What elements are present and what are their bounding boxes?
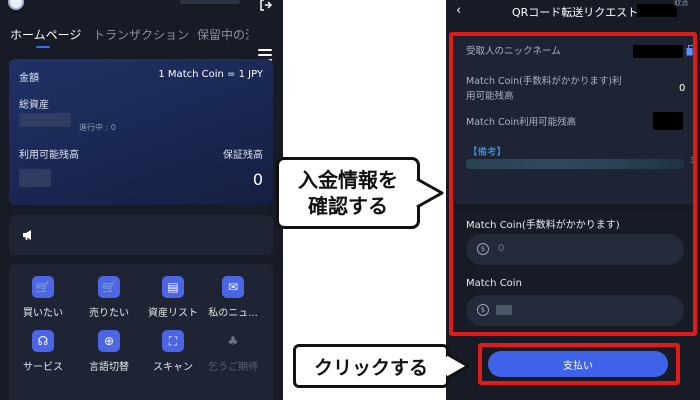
cancel-link[interactable]: 取消 xyxy=(674,0,688,8)
globe-icon: ⊕ xyxy=(98,330,120,352)
quick-action-label: 私のニュ... xyxy=(208,308,258,319)
tab-home[interactable]: ホームページ xyxy=(10,26,81,43)
quick-actions: 🛒 買いたい 🛒 売りたい ▤ 資産リスト ✉ 私のニュ... ☊ サービス ⊕ xyxy=(9,264,273,400)
page-title: QRコード転送リクエスト xyxy=(512,6,639,19)
total-assets-label: 総資産 xyxy=(19,100,49,111)
quick-action-label: 資産リスト xyxy=(148,308,198,319)
amount-label: 金額 xyxy=(19,73,39,84)
cart-icon: 🛒 xyxy=(32,276,54,298)
guarantee-balance-value: 0 xyxy=(252,170,263,189)
total-assets-value-redacted xyxy=(19,113,71,127)
quick-action-label: 買いたい xyxy=(23,308,63,319)
confirm-callout-line2: 確認する xyxy=(308,194,388,218)
quick-action-scan[interactable]: ⛶ スキャン xyxy=(143,330,203,376)
tab-pending-orders[interactable]: 保留中の注 xyxy=(197,26,249,43)
quick-action-buy[interactable]: 🛒 買いたい xyxy=(13,276,73,322)
mail-icon: ✉ xyxy=(222,276,244,298)
headset-icon: ☊ xyxy=(32,330,54,352)
callout-arrow-right-icon xyxy=(416,177,444,209)
quick-action-language[interactable]: ⊕ 言語切替 xyxy=(79,330,139,376)
page-header: ‹ QRコード転送リクエスト 取消 xyxy=(446,0,700,22)
confirm-callout-line1: 入金情報を xyxy=(298,168,398,192)
quick-action-asset-list[interactable]: ▤ 資産リスト xyxy=(143,276,203,322)
cart-sell-icon: 🛒 xyxy=(98,276,120,298)
exchange-rate: 1 Match Coin = 1 JPY xyxy=(158,69,263,80)
active-tab-indicator xyxy=(36,46,50,48)
announcement-bar[interactable] xyxy=(9,215,273,255)
top-tabs: ホームページ トランザクション 保留中の注 xyxy=(0,22,283,61)
quick-action-label: サービス xyxy=(23,362,63,373)
quick-action-label: スキャン xyxy=(153,362,193,373)
tab-transactions[interactable]: トランザクション xyxy=(93,26,189,43)
back-chevron-icon[interactable]: ‹ xyxy=(456,3,461,18)
home-screen: ホームページ トランザクション 保留中の注 金額 1 Match Coin = … xyxy=(0,0,283,400)
quick-action-sell[interactable]: 🛒 売りたい xyxy=(79,276,139,322)
quick-action-service[interactable]: ☊ サービス xyxy=(13,330,73,376)
tree-icon: ♣ xyxy=(227,334,239,348)
callout-arrow-right-icon xyxy=(446,352,470,380)
quick-action-label: 売りたい xyxy=(89,308,129,319)
info-highlight-box xyxy=(449,32,697,336)
available-balance-value-redacted xyxy=(19,169,51,187)
confirm-info-callout: 入金情報を 確認する xyxy=(276,157,420,229)
document-icon: ▤ xyxy=(162,276,184,298)
quick-action-label: 乞うご期待 xyxy=(208,362,258,373)
account-name-redacted xyxy=(180,0,240,4)
quick-action-coming-soon: ♣ 乞うご期待 xyxy=(203,330,263,376)
balance-card: 金額 1 Match Coin = 1 JPY 総資産 進行中 : 0 利用可能… xyxy=(9,59,273,205)
guarantee-balance-label: 保証残高 xyxy=(223,150,263,161)
avatar[interactable] xyxy=(8,0,24,10)
megaphone-icon xyxy=(23,230,31,240)
tutorial-screenshot: ホームページ トランザクション 保留中の注 金額 1 Match Coin = … xyxy=(0,0,700,400)
pay-highlight-box xyxy=(478,343,680,385)
logout-icon[interactable] xyxy=(259,0,273,12)
status-bar xyxy=(0,0,283,20)
click-callout: クリックする xyxy=(293,344,449,388)
scan-icon: ⛶ xyxy=(162,330,184,352)
quick-action-label: 言語切替 xyxy=(89,362,129,373)
title-redaction xyxy=(637,4,677,17)
available-balance-label: 利用可能残高 xyxy=(19,150,79,161)
quick-action-news[interactable]: ✉ 私のニュ... xyxy=(203,276,263,322)
in-progress-count: 進行中 : 0 xyxy=(79,123,116,132)
